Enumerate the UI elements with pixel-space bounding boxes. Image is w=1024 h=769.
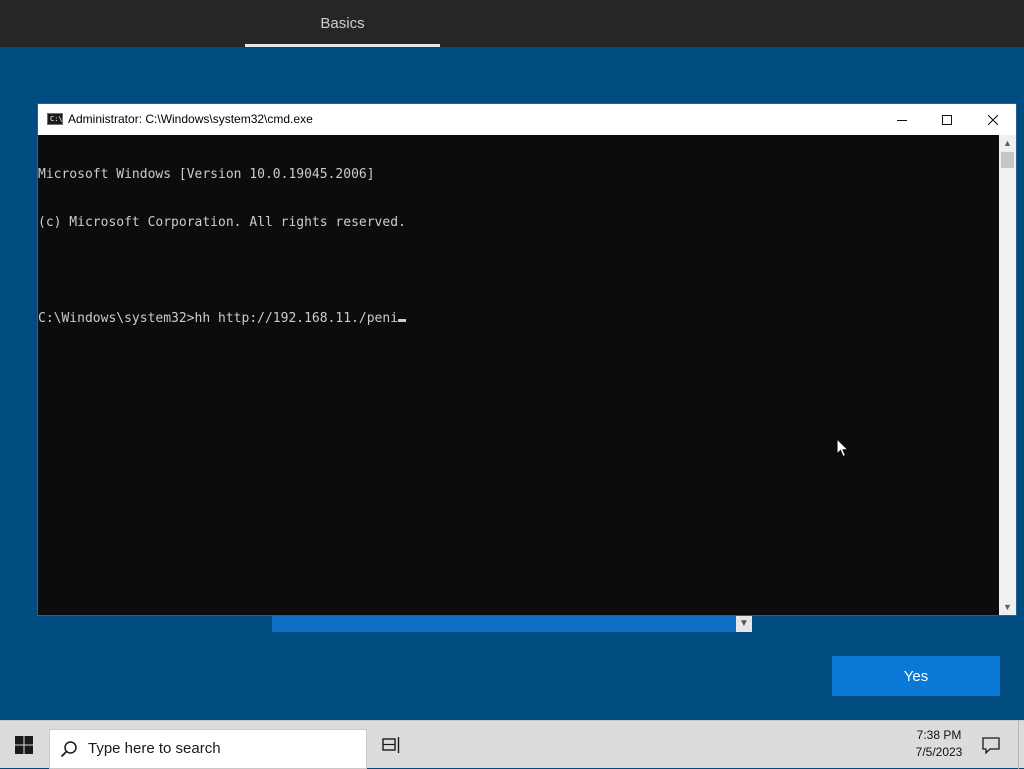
console-command: C:\Windows\system32>hh http://192.168.11… <box>38 311 399 326</box>
scroll-up-icon[interactable]: ▲ <box>999 135 1016 151</box>
maximize-icon <box>942 114 952 125</box>
oobe-dropdown[interactable] <box>272 614 752 632</box>
minimize-button[interactable] <box>879 104 925 135</box>
console-line: Microsoft Windows [Version 10.0.19045.20… <box>38 167 375 182</box>
cmd-app-icon: C:\ <box>47 113 63 125</box>
vertical-scrollbar[interactable]: ▲ ▼ <box>999 135 1016 615</box>
maximize-button[interactable] <box>924 104 970 135</box>
windows-logo-icon <box>15 736 33 754</box>
show-desktop-button[interactable] <box>1018 721 1024 769</box>
taskbar: Type here to search 7:38 PM 7/5/2023 <box>0 720 1024 769</box>
cmd-window[interactable]: C:\ Administrator: C:\Windows\system32\c… <box>38 104 1016 615</box>
minimize-icon <box>897 119 907 121</box>
scroll-thumb[interactable] <box>1001 152 1014 168</box>
console-line: (c) Microsoft Corporation. All rights re… <box>38 215 406 230</box>
search-icon <box>60 741 77 758</box>
taskbar-clock[interactable]: 7:38 PM 7/5/2023 <box>900 727 978 763</box>
window-title: Administrator: C:\Windows\system32\cmd.e… <box>68 112 313 126</box>
search-input[interactable]: Type here to search <box>49 729 367 769</box>
mouse-pointer-icon <box>836 438 850 458</box>
tab-basics-underline <box>245 44 440 47</box>
close-icon <box>988 114 998 125</box>
text-cursor <box>398 319 407 322</box>
console-input-line[interactable]: C:\Windows\system32>hh http://192.168.11… <box>38 311 999 327</box>
tab-basics: Basics <box>320 15 365 32</box>
close-button[interactable] <box>970 104 1016 135</box>
task-view-button[interactable] <box>370 721 414 769</box>
oobe-header: Basics <box>0 0 1024 48</box>
scroll-down-icon[interactable]: ▼ <box>999 599 1016 615</box>
notification-icon <box>982 736 1000 754</box>
start-button[interactable] <box>0 721 48 769</box>
console-output[interactable]: Microsoft Windows [Version 10.0.19045.20… <box>38 135 999 615</box>
yes-button[interactable]: Yes <box>832 656 1000 696</box>
task-view-icon <box>382 737 400 753</box>
chevron-down-icon[interactable]: ▼ <box>736 614 752 632</box>
clock-time: 7:38 PM <box>916 728 962 742</box>
clock-date: 7/5/2023 <box>915 745 963 759</box>
search-placeholder: Type here to search <box>88 740 221 757</box>
cmd-titlebar[interactable]: C:\ Administrator: C:\Windows\system32\c… <box>38 104 1016 135</box>
notification-button[interactable] <box>978 721 1004 769</box>
